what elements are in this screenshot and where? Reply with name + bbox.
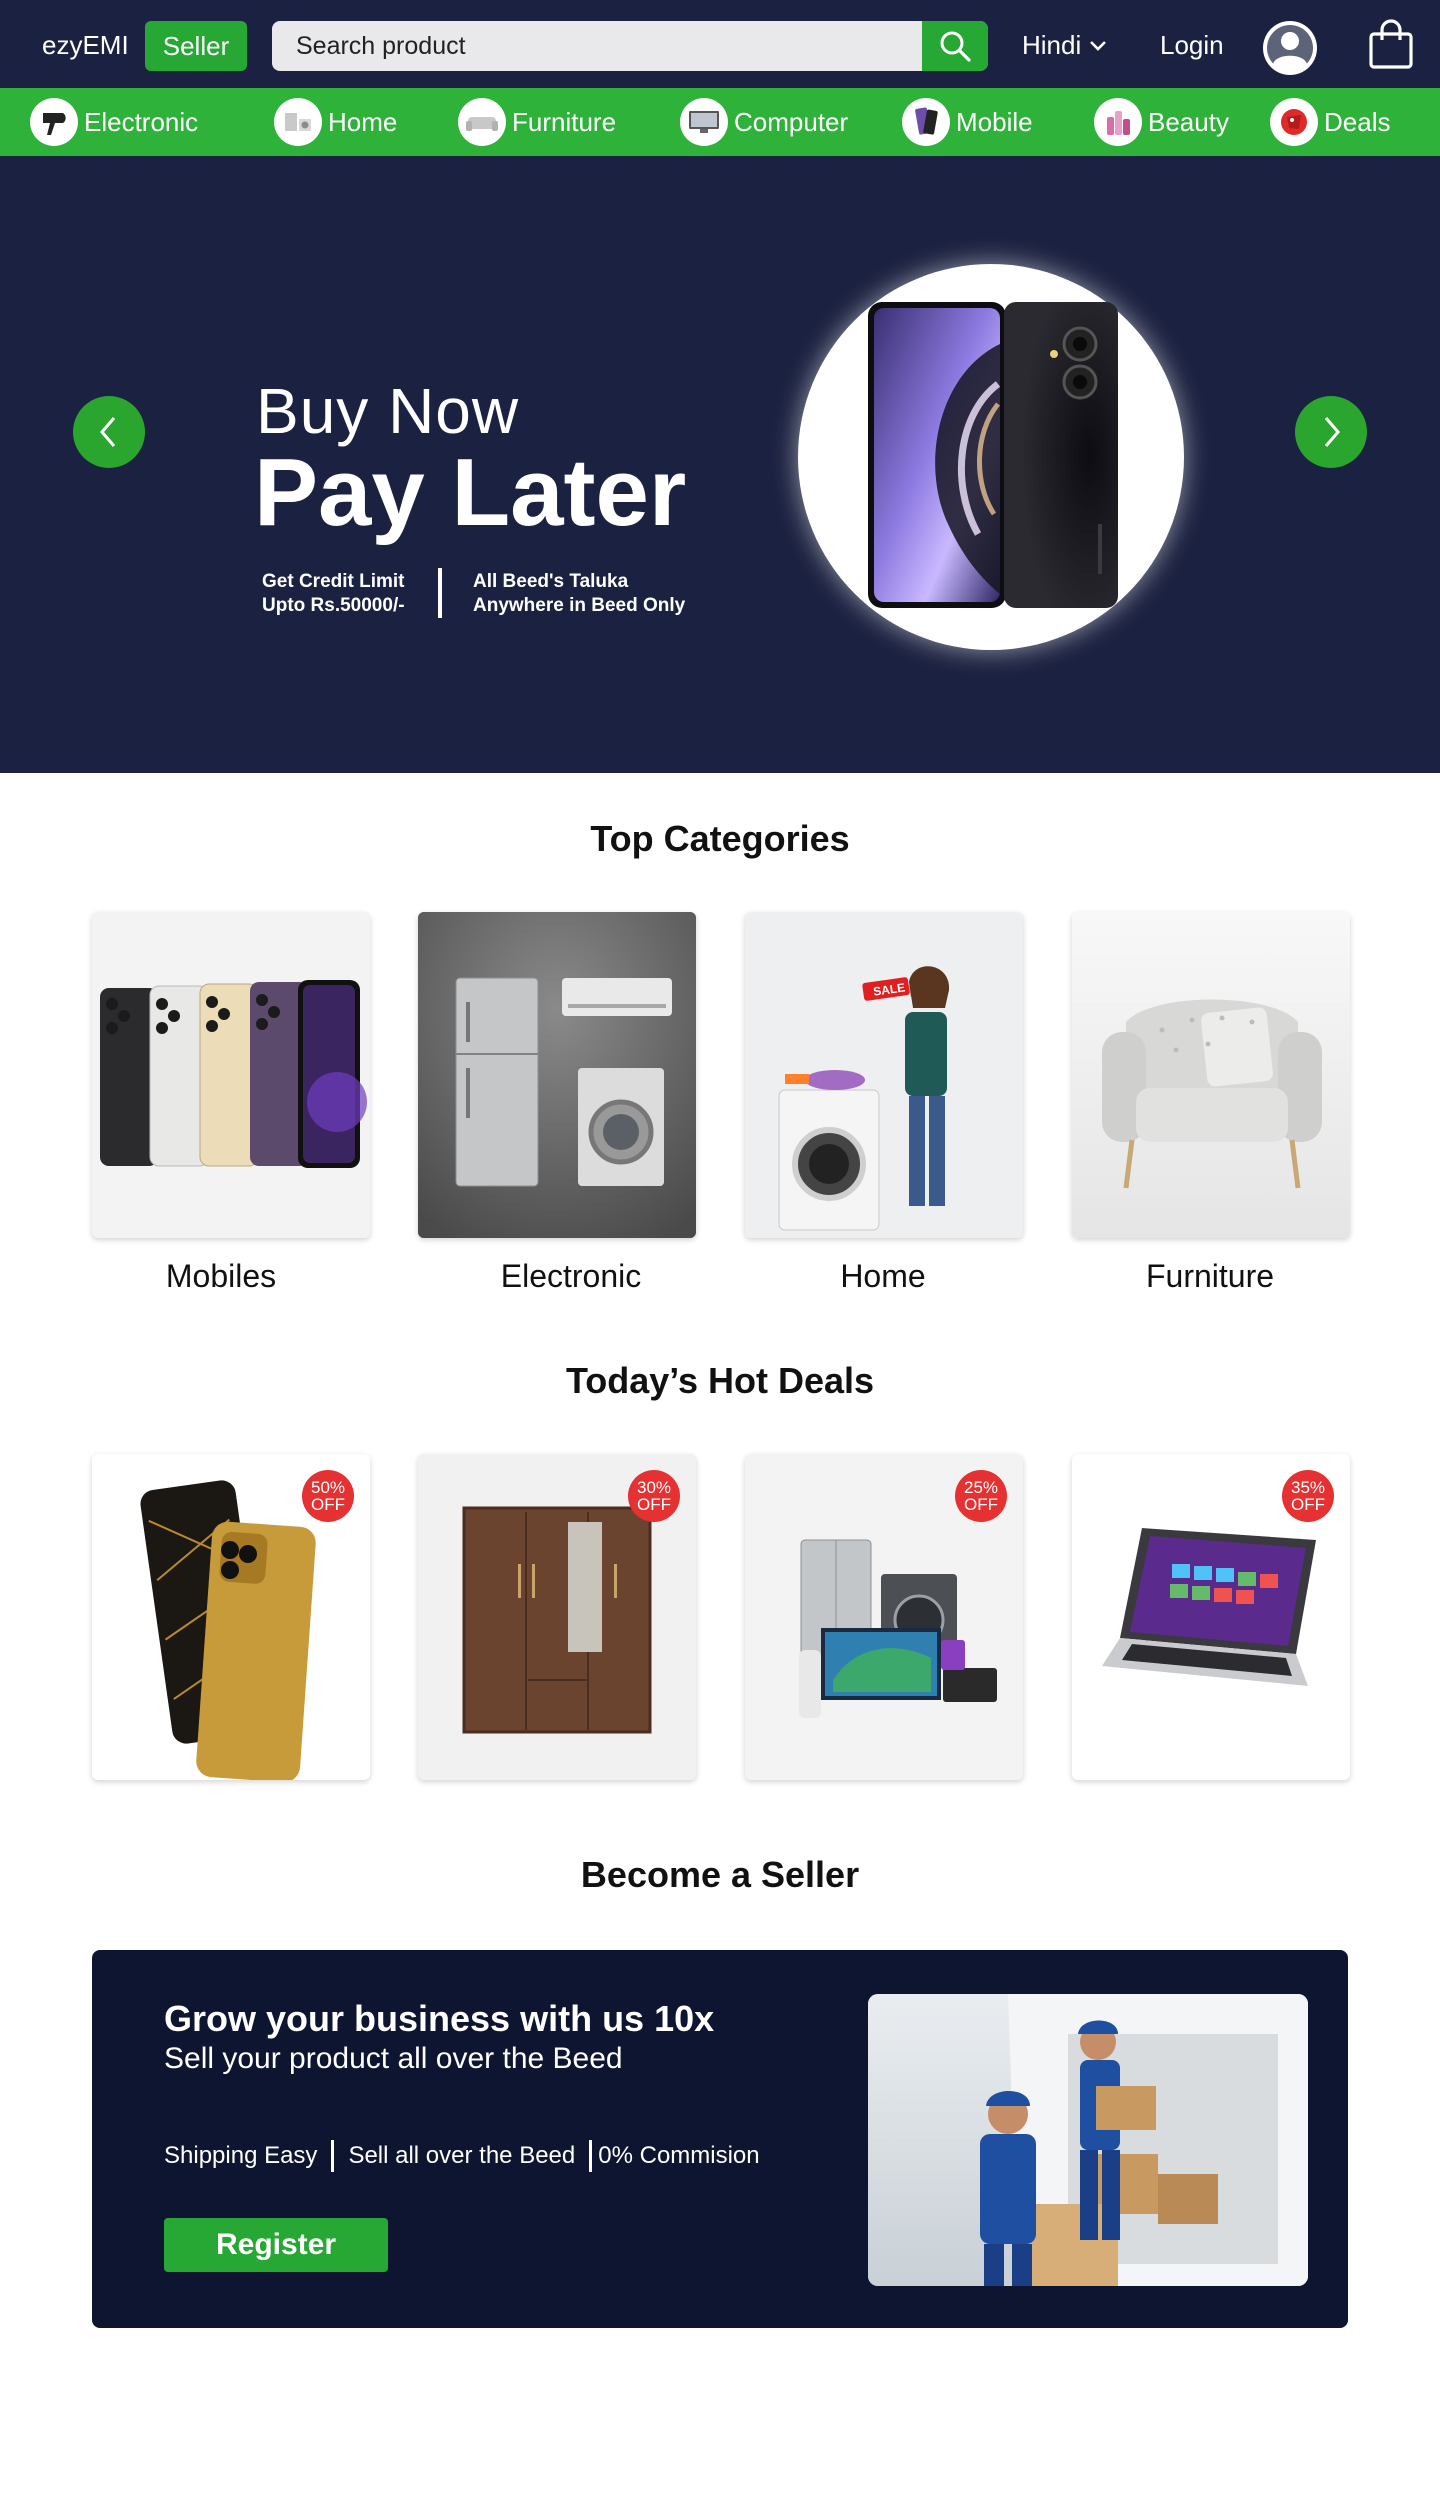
- discount-percent: 25%: [963, 1478, 999, 1497]
- nav-item-label: Computer: [734, 106, 849, 137]
- hero-credit-line1: Get Credit Limit: [262, 571, 405, 592]
- seller-banner: Grow your business with us 10x Sell your…: [92, 1950, 1348, 2328]
- nav-item-label: Furniture: [512, 106, 617, 137]
- nav-item-electronic[interactable]: Electronic: [30, 88, 198, 156]
- discount-badge: 50% OFF: [302, 1470, 354, 1522]
- category-card-mobiles[interactable]: [92, 912, 370, 1238]
- category-label: Furniture: [1145, 1258, 1275, 1294]
- seller-features: Shipping Easy Sell all over the Beed 0% …: [164, 2140, 760, 2172]
- discount-badge: 30% OFF: [628, 1470, 680, 1522]
- hero-area-line1: All Beed's Taluka: [473, 571, 629, 592]
- category-label: Mobiles: [165, 1258, 277, 1294]
- deal-card[interactable]: 35% OFF: [1072, 1454, 1350, 1780]
- nav-item-label: Electronic: [84, 106, 199, 137]
- carousel-prev-button[interactable]: [73, 396, 145, 468]
- sofa-icon: [458, 98, 506, 146]
- discount-percent: 50%: [310, 1478, 346, 1497]
- language-label: Hindi: [1022, 30, 1082, 60]
- feature-divider: [589, 2140, 593, 2172]
- seller-subline: Sell your product all over the Beed: [164, 2042, 623, 2075]
- category-label: Home: [840, 1258, 926, 1294]
- search-icon: [940, 31, 971, 62]
- become-seller-title: Become a Seller: [580, 1854, 860, 1895]
- hot-deals-title: Today’s Hot Deals: [565, 1360, 875, 1401]
- nav-item-mobile[interactable]: Mobile: [902, 88, 1033, 156]
- nav-item-furniture[interactable]: Furniture: [458, 88, 616, 156]
- top-categories-title: Top Categories: [590, 818, 850, 859]
- smartphone-icon: [902, 98, 950, 146]
- nav-item-label: Home: [328, 106, 398, 137]
- hero-title-small: Buy Now: [256, 375, 520, 447]
- logo[interactable]: ezyEMI: [42, 30, 129, 61]
- discount-off: OFF: [1291, 1495, 1325, 1514]
- nav-item-deals[interactable]: Deals: [1270, 88, 1390, 156]
- nav-item-computer[interactable]: Computer: [680, 88, 848, 156]
- seller-headline: Grow your business with us 10x: [164, 1998, 715, 2039]
- deal-card[interactable]: 25% OFF: [745, 1454, 1023, 1780]
- delivery-workers-image: [868, 1994, 1308, 2286]
- shopping-bag-icon[interactable]: [1368, 18, 1414, 70]
- nav-item-home[interactable]: Home: [274, 88, 397, 156]
- smartphone-illustration: [868, 302, 1118, 608]
- search-bar[interactable]: Search product: [272, 21, 988, 71]
- hero-area-note: All Beed's Taluka Anywhere in Beed Only: [473, 570, 685, 618]
- nav-item-beauty[interactable]: Beauty: [1094, 88, 1229, 156]
- deals-icon: [1270, 98, 1318, 146]
- top-bar: ezyEMI Seller Search product Hindi Login: [0, 0, 1440, 88]
- hero-product-image[interactable]: [798, 264, 1184, 650]
- seller-feature: Sell all over the Beed: [348, 2142, 576, 2169]
- home-appliances-image: SALE: [745, 912, 1023, 1238]
- armchair-image: [1072, 912, 1350, 1238]
- chevron-right-icon: [1324, 417, 1340, 447]
- smartphones-image: [92, 912, 370, 1238]
- feature-divider: [331, 2140, 335, 2172]
- desktop-computer-icon: [680, 98, 728, 146]
- discount-badge: 25% OFF: [955, 1470, 1007, 1522]
- nav-item-label: Mobile: [956, 106, 1033, 137]
- discount-percent: 35%: [1290, 1478, 1326, 1497]
- search-button[interactable]: [922, 21, 988, 71]
- nav-item-label: Deals: [1324, 106, 1391, 137]
- discount-percent: 30%: [636, 1478, 672, 1497]
- hero-credit-line2: Upto Rs.50000/-: [262, 595, 405, 616]
- chevron-down-icon: [1090, 40, 1107, 51]
- category-label: Electronic: [500, 1258, 642, 1294]
- nav-item-label: Beauty: [1148, 106, 1229, 137]
- hero-title-large: Pay Later: [254, 439, 687, 546]
- hero-banner: Buy Now Pay Later Get Credit Limit Upto …: [0, 156, 1440, 773]
- seller-button[interactable]: Seller: [145, 21, 247, 71]
- deal-card[interactable]: 50% OFF: [92, 1454, 370, 1780]
- category-nav: Electronic Home Furniture Computer Mobil…: [0, 88, 1440, 156]
- category-card-electronic[interactable]: [418, 912, 696, 1238]
- language-selector[interactable]: Hindi: [1022, 30, 1107, 61]
- beauty-products-icon: [1094, 98, 1142, 146]
- discount-off: OFF: [964, 1495, 998, 1514]
- hero-credit-note: Get Credit Limit Upto Rs.50000/-: [262, 570, 405, 618]
- seller-feature: Shipping Easy: [164, 2142, 318, 2169]
- delivery-photo: [868, 1994, 1308, 2286]
- hero-divider: [438, 568, 442, 618]
- carousel-next-button[interactable]: [1295, 396, 1367, 468]
- discount-badge: 35% OFF: [1282, 1470, 1334, 1522]
- login-link[interactable]: Login: [1160, 30, 1224, 61]
- category-card-furniture[interactable]: [1072, 912, 1350, 1238]
- home-appliance-icon: [274, 98, 322, 146]
- discount-off: OFF: [637, 1495, 671, 1514]
- hair-dryer-icon: [30, 98, 78, 146]
- register-button[interactable]: Register: [164, 2218, 388, 2272]
- search-input[interactable]: Search product: [296, 21, 466, 71]
- seller-feature: 0% Commision: [598, 2142, 760, 2169]
- deal-card[interactable]: 30% OFF: [418, 1454, 696, 1780]
- chevron-left-icon: [100, 417, 116, 447]
- category-card-home[interactable]: SALE: [745, 912, 1023, 1238]
- discount-off: OFF: [311, 1495, 345, 1514]
- user-avatar-icon[interactable]: [1262, 20, 1318, 76]
- hero-area-line2: Anywhere in Beed Only: [473, 595, 686, 616]
- electronics-image: [418, 912, 696, 1238]
